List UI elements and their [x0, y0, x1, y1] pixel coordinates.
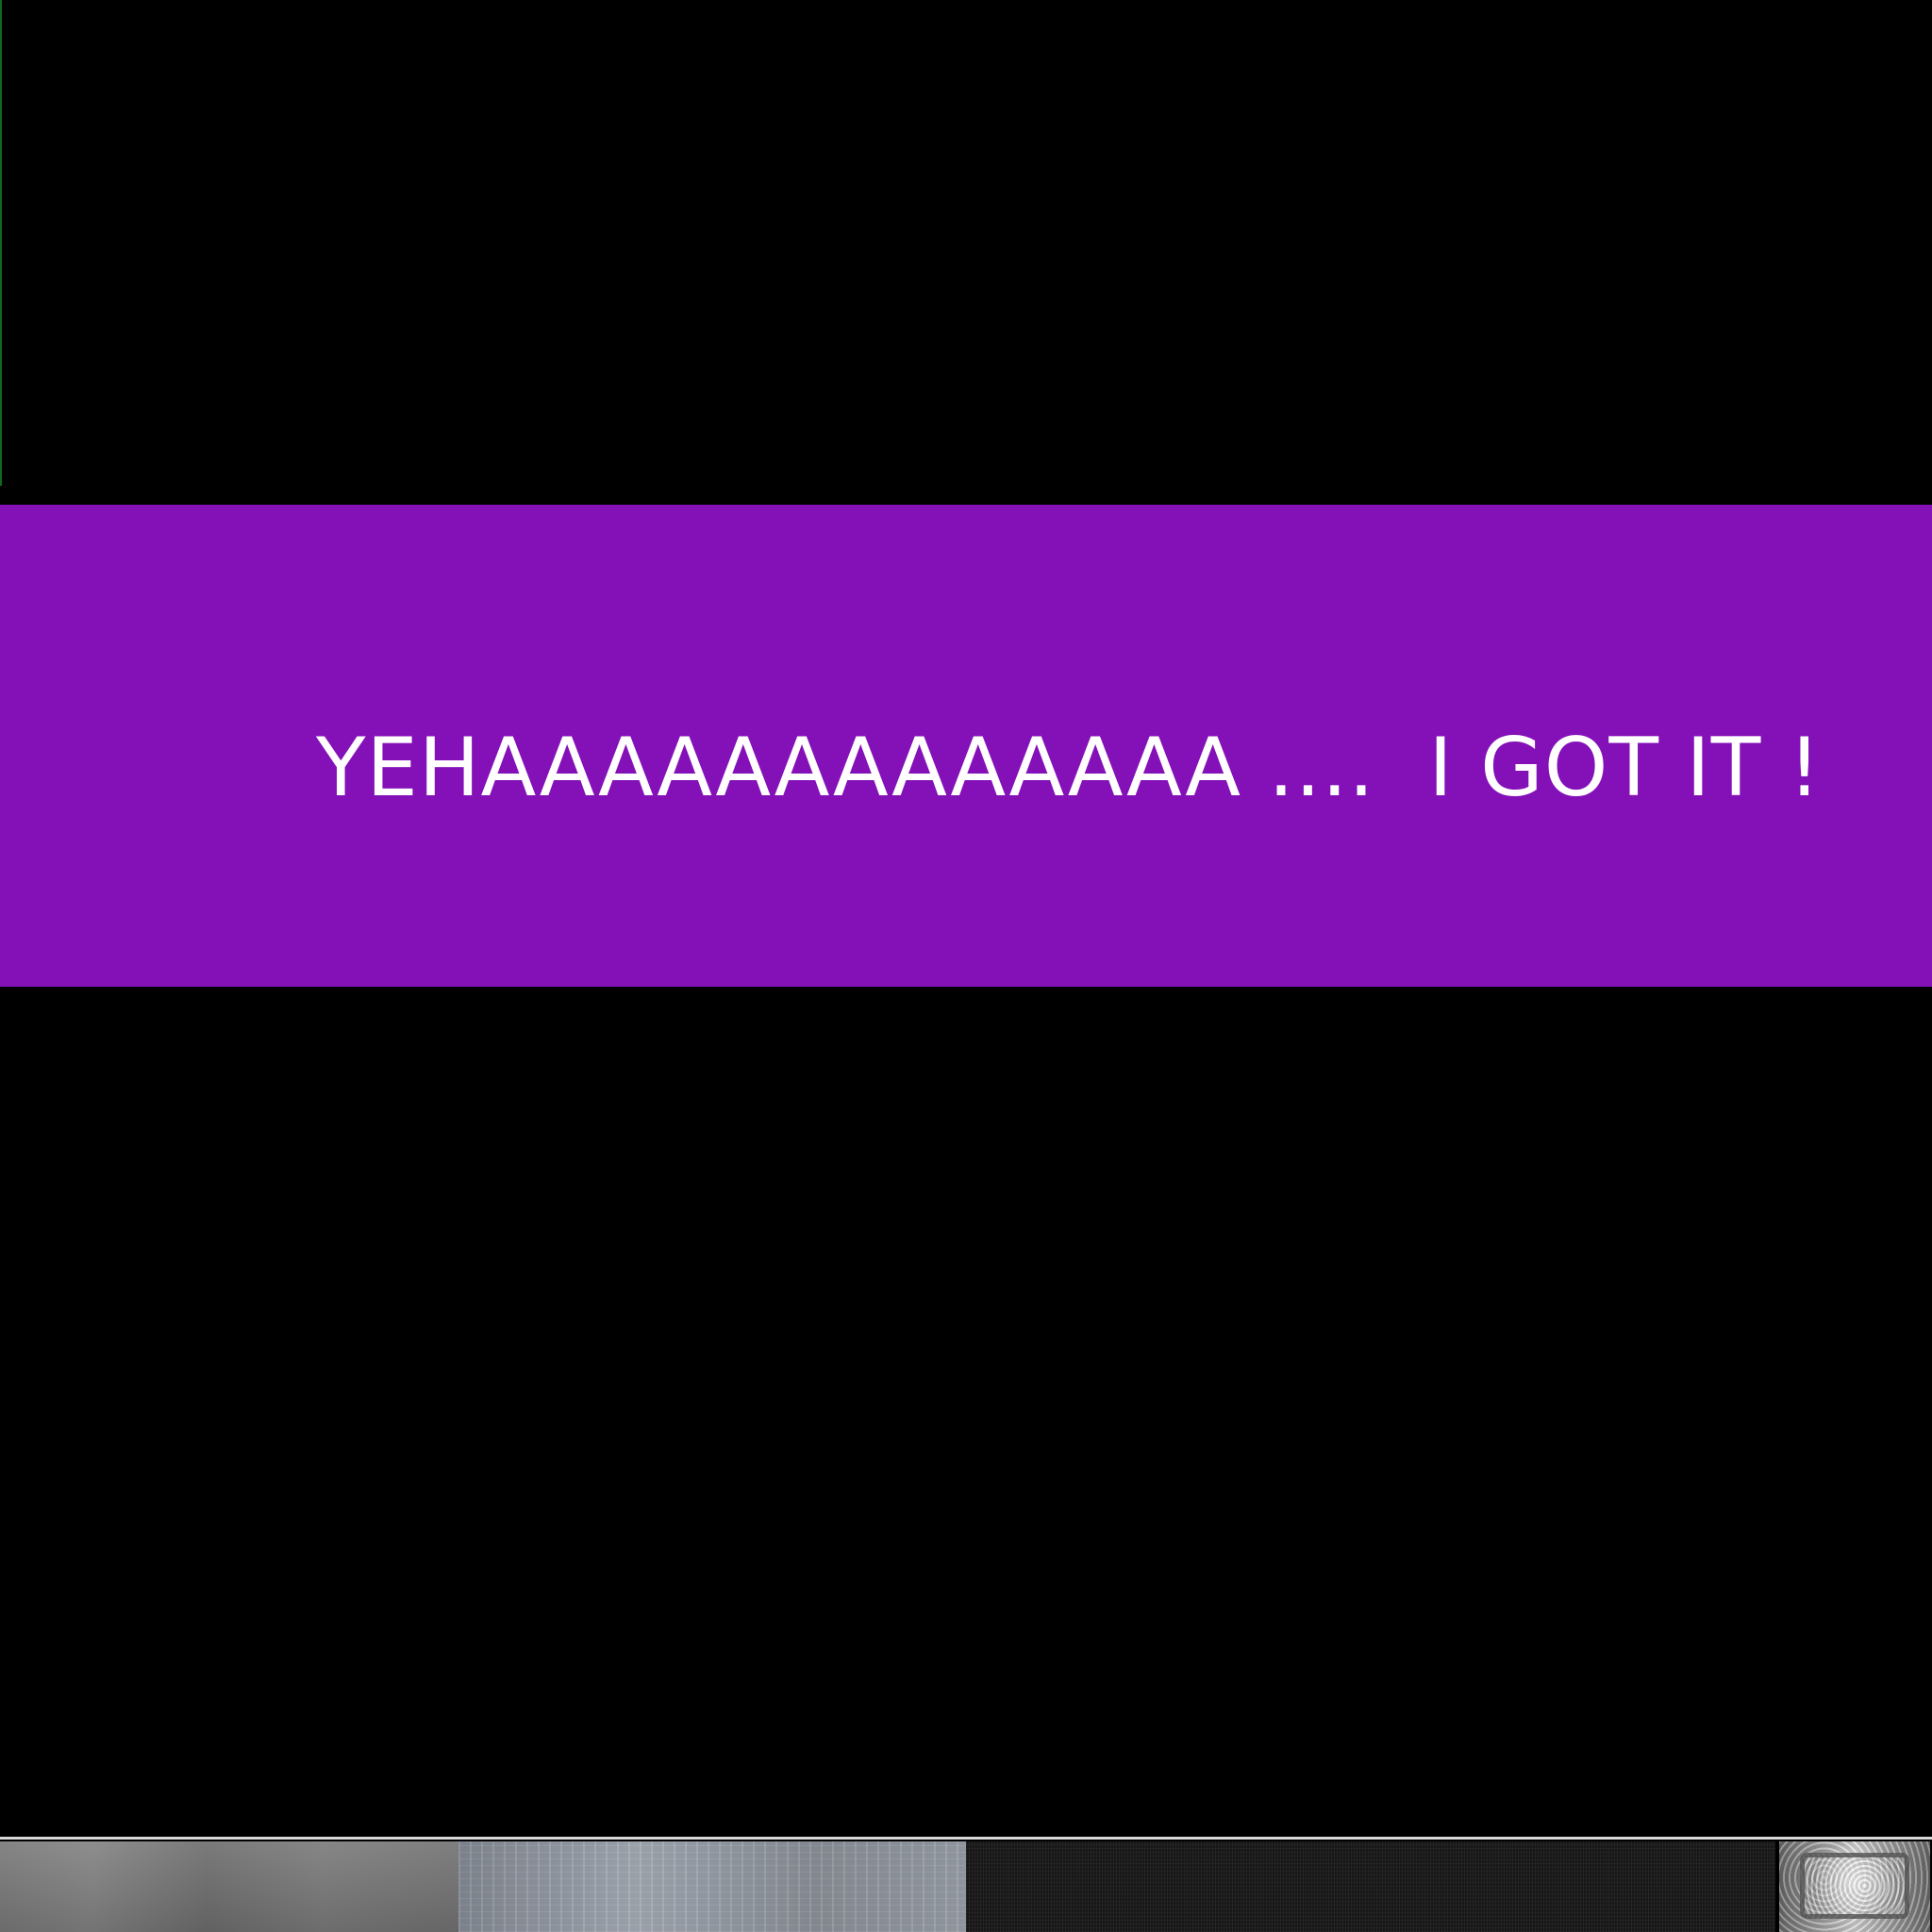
- bottom-separator-line: [0, 1837, 1932, 1840]
- game-screen: YEHAAAAAAAAAAAAA .... I GOT IT !: [0, 0, 1932, 1932]
- gray-metal-texture-tile: [0, 1841, 458, 1932]
- brushed-metal-texture-tile: [458, 1841, 966, 1932]
- dark-fabric-texture-tile: [966, 1841, 1775, 1932]
- left-green-line: [0, 0, 2, 486]
- hammered-metal-icon: [1779, 1841, 1930, 1932]
- banner-message: YEHAAAAAAAAAAAAA .... I GOT IT !: [316, 721, 1823, 815]
